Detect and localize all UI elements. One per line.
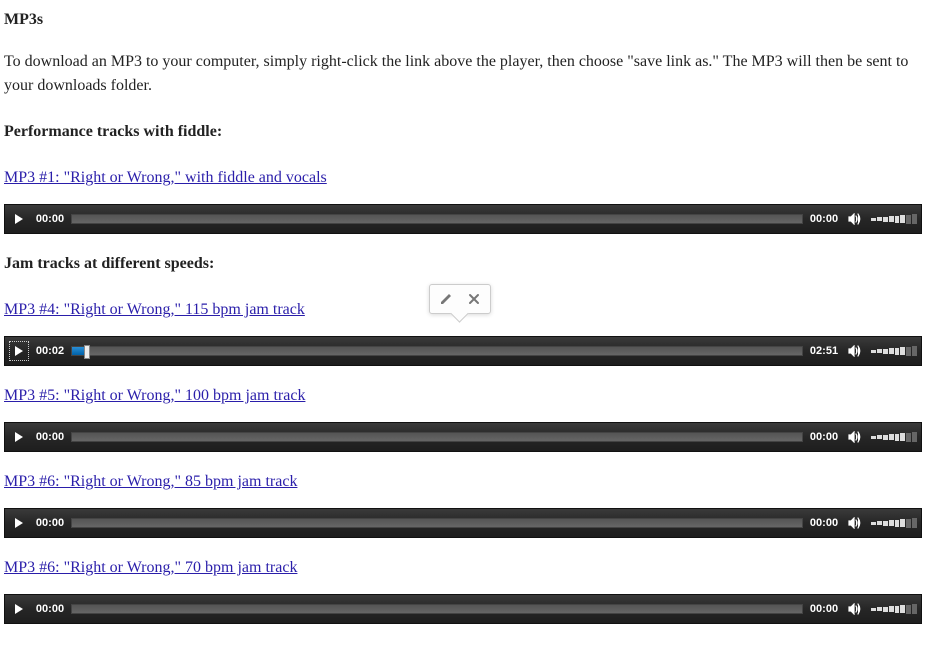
seek-bar[interactable] <box>71 604 803 614</box>
edit-button[interactable] <box>438 291 454 307</box>
volume-slider[interactable] <box>871 346 917 356</box>
duration-time: 00:00 <box>809 601 839 618</box>
track-link[interactable]: MP3 #5: "Right or Wrong," 100 bpm jam tr… <box>4 384 305 408</box>
pencil-icon <box>439 292 453 306</box>
current-time: 00:00 <box>35 515 65 532</box>
track-link[interactable]: MP3 #6: "Right or Wrong," 70 bpm jam tra… <box>4 556 297 580</box>
current-time: 00:00 <box>35 429 65 446</box>
play-icon <box>13 213 25 225</box>
play-icon <box>13 431 25 443</box>
duration-time: 00:00 <box>809 211 839 228</box>
seek-handle[interactable] <box>84 345 90 359</box>
volume-slider[interactable] <box>871 518 917 528</box>
speaker-icon <box>848 213 862 225</box>
seek-progress <box>72 347 84 355</box>
audio-player: 00:00 00:00 <box>4 508 922 538</box>
mute-button[interactable] <box>845 209 865 229</box>
duration-time: 00:00 <box>809 429 839 446</box>
duration-time: 02:51 <box>809 343 839 360</box>
speaker-icon <box>848 345 862 357</box>
current-time: 00:00 <box>35 211 65 228</box>
current-time: 00:02 <box>35 343 65 360</box>
volume-slider[interactable] <box>871 604 917 614</box>
play-icon <box>13 517 25 529</box>
seek-bar[interactable] <box>71 432 803 442</box>
play-icon <box>13 345 25 357</box>
play-button[interactable] <box>9 209 29 229</box>
speaker-icon <box>848 603 862 615</box>
seek-bar[interactable] <box>71 214 803 224</box>
volume-slider[interactable] <box>871 214 917 224</box>
play-button[interactable] <box>9 599 29 619</box>
track-link[interactable]: MP3 #6: "Right or Wrong," 85 bpm jam tra… <box>4 470 297 494</box>
track-link[interactable]: MP3 #1: "Right or Wrong," with fiddle an… <box>4 166 327 190</box>
audio-player: 00:00 00:00 <box>4 422 922 452</box>
seek-bar[interactable] <box>71 346 803 356</box>
mute-button[interactable] <box>845 341 865 361</box>
mute-button[interactable] <box>845 599 865 619</box>
edit-popup <box>429 284 491 314</box>
play-button[interactable] <box>9 513 29 533</box>
intro-text: To download an MP3 to your computer, sim… <box>4 50 924 98</box>
duration-time: 00:00 <box>809 515 839 532</box>
play-button[interactable] <box>9 341 29 361</box>
speaker-icon <box>848 517 862 529</box>
current-time: 00:00 <box>35 601 65 618</box>
audio-player: 00:02 02:51 <box>4 336 922 366</box>
section-heading: Jam tracks at different speeds: <box>4 252 929 276</box>
seek-bar[interactable] <box>71 518 803 528</box>
volume-slider[interactable] <box>871 432 917 442</box>
close-icon <box>468 293 480 305</box>
mute-button[interactable] <box>845 513 865 533</box>
audio-player: 00:00 00:00 <box>4 204 922 234</box>
track-link[interactable]: MP3 #4: "Right or Wrong," 115 bpm jam tr… <box>4 298 305 322</box>
section-heading: Performance tracks with fiddle: <box>4 120 929 144</box>
mute-button[interactable] <box>845 427 865 447</box>
play-icon <box>13 603 25 615</box>
play-button[interactable] <box>9 427 29 447</box>
speaker-icon <box>848 431 862 443</box>
audio-player: 00:00 00:00 <box>4 594 922 624</box>
delete-button[interactable] <box>466 291 482 307</box>
page-title: MP3s <box>4 8 929 32</box>
